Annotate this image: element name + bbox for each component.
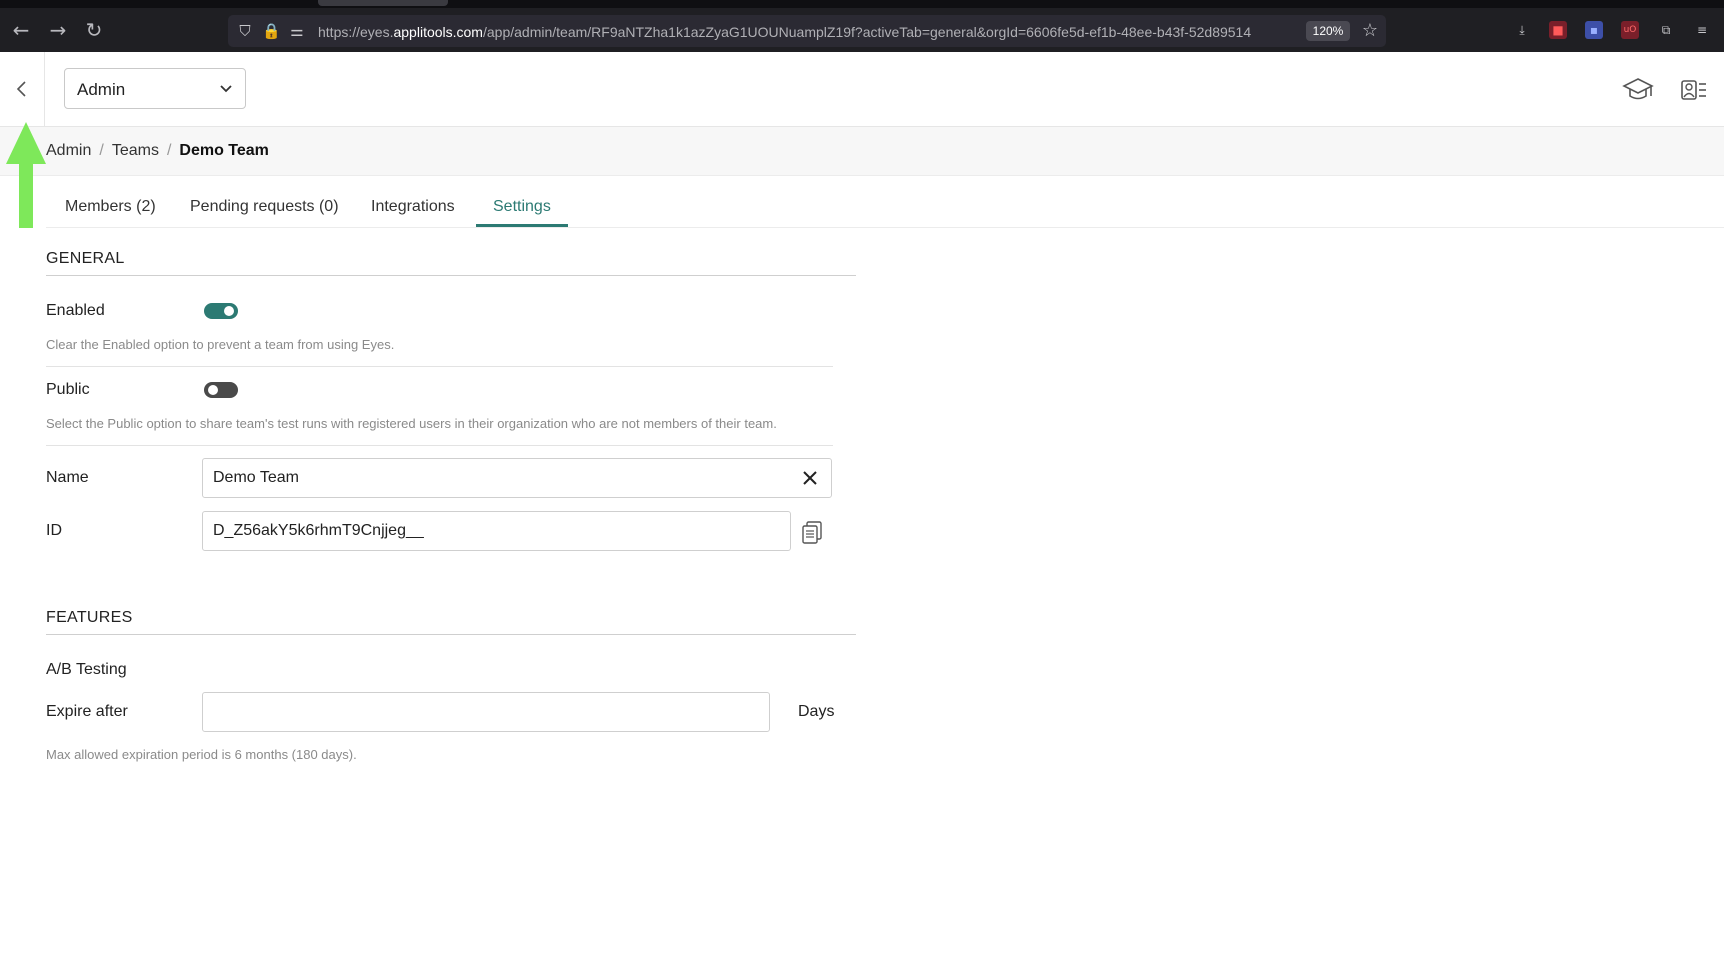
breadcrumb: Admin / Teams / Demo Team [46,142,269,160]
extension-red-icon[interactable]: ■ [1549,21,1567,39]
browser-tabstrip [0,0,1724,8]
breadcrumb-teams[interactable]: Teams [112,142,159,159]
account-select[interactable]: Admin [64,68,246,109]
url-text[interactable]: https://eyes.applitools.com/app/admin/te… [318,23,1328,41]
enabled-label: Enabled [46,302,105,319]
tab-integrations[interactable]: Integrations [371,198,455,216]
ab-testing-label: A/B Testing [46,661,127,678]
extension-video-icon[interactable]: ▪ [1585,21,1603,39]
breadcrumb-bar: Admin / Teams / Demo Team [0,127,1724,176]
browser-toolbar: ← → ↻ ⛉ 🔒 ⚌ https://eyes.applitools.com/… [0,0,1724,52]
team-id-value: D_Z56akY5k6rhmT9Cnjjeg__ [213,522,424,539]
enabled-help-text: Clear the Enabled option to prevent a te… [46,337,395,352]
id-label: ID [46,522,62,539]
toggle-knob [224,306,234,316]
zoom-level-badge[interactable]: 120% [1306,21,1350,41]
divider [46,445,833,446]
graduation-cap-icon[interactable] [1622,74,1654,106]
name-label: Name [46,469,89,486]
browser-forward-icon[interactable]: → [47,19,69,41]
toggle-knob [208,385,218,395]
tab-pending-requests[interactable]: Pending requests (0) [190,198,339,216]
active-tab-indicator [476,224,568,227]
breadcrumb-separator: / [166,142,172,159]
chevron-down-icon [220,85,232,93]
public-label: Public [46,381,90,398]
public-toggle[interactable] [204,382,238,398]
account-select-value: Admin [77,80,126,99]
bookmark-star-icon[interactable]: ☆ [1359,20,1381,42]
chevron-left-icon [16,81,26,97]
ublock-icon[interactable]: uO [1621,21,1639,39]
public-help-text: Select the Public option to share team's… [46,416,777,431]
general-section-title: GENERAL [46,250,125,267]
browser-reload-icon[interactable]: ↻ [83,19,105,41]
breadcrumb-separator: / [99,142,104,159]
browser-tab[interactable] [318,0,448,6]
tab-members[interactable]: Members (2) [65,198,156,216]
collapse-back-button[interactable] [0,52,45,127]
expire-after-input[interactable] [202,692,770,732]
team-tabs: Members (2) Pending requests (0) Integra… [46,188,1724,228]
expire-after-help-text: Max allowed expiration period is 6 month… [46,747,357,762]
expire-after-units: Days [798,703,835,720]
browser-menu-icon[interactable]: ≡ [1693,21,1711,39]
copy-icon[interactable] [801,520,823,544]
shield-icon[interactable]: ⛉ [236,22,254,40]
download-icon[interactable]: ⤓ [1513,21,1531,39]
lock-icon[interactable]: 🔒 [262,22,281,40]
divider [46,634,856,635]
team-id-field[interactable]: D_Z56akY5k6rhmT9Cnjjeg__ [202,511,791,551]
divider [46,366,833,367]
user-menu-icon[interactable] [1678,74,1710,106]
team-name-input[interactable]: Demo Team [202,458,832,498]
team-name-value: Demo Team [213,469,299,486]
expire-after-label: Expire after [46,703,128,720]
site-permissions-icon[interactable]: ⚌ [288,22,306,40]
breadcrumb-current: Demo Team [179,142,269,159]
address-bar[interactable]: ⛉ 🔒 ⚌ https://eyes.applitools.com/app/ad… [228,15,1386,47]
enabled-toggle[interactable] [204,303,238,319]
browser-back-icon[interactable]: ← [10,19,32,41]
tab-settings[interactable]: Settings [493,198,551,216]
divider [46,275,856,276]
extensions-puzzle-icon[interactable]: ⧉ [1657,21,1675,39]
breadcrumb-admin[interactable]: Admin [46,142,91,159]
green-arrow-annotation [6,122,46,228]
clear-icon[interactable] [801,469,819,487]
features-section-title: FEATURES [46,609,133,626]
app-header: Admin [0,52,1724,127]
